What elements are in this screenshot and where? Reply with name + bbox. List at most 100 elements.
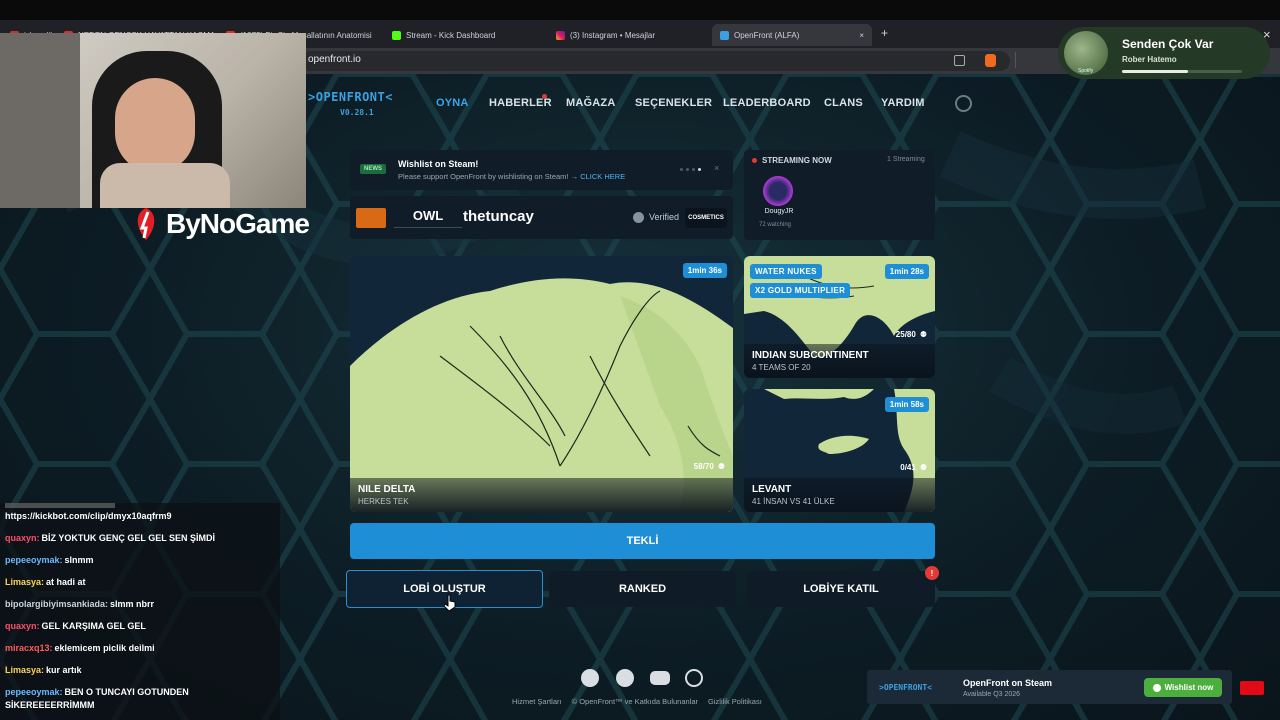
chat-username[interactable]: quaxyn: bbox=[5, 621, 40, 631]
nav-clans[interactable]: CLANS bbox=[824, 97, 863, 109]
chat-username[interactable]: pepeeoymak: bbox=[5, 555, 63, 565]
nav-leaderboard[interactable]: LEADERBOARD bbox=[723, 97, 811, 109]
single-player-button[interactable]: TEKLİ bbox=[350, 523, 935, 559]
bynogame-emblem-icon bbox=[137, 208, 155, 240]
username-input[interactable]: thetuncay bbox=[463, 208, 534, 225]
close-news-icon[interactable]: × bbox=[714, 163, 719, 173]
bynogame-logo: ByNoGame bbox=[132, 206, 310, 242]
language-flag-turkey[interactable] bbox=[1240, 681, 1264, 695]
chat-text: BİZ YOKTUK GENÇ GEL GEL SEN ŞİMDİ bbox=[41, 533, 216, 543]
close-tab-icon[interactable]: × bbox=[859, 31, 864, 40]
globe-icon[interactable] bbox=[685, 669, 703, 687]
ranked-button[interactable]: RANKED bbox=[549, 571, 736, 607]
lobby-tag-gold-multiplier: X2 GOLD MULTIPLIER bbox=[750, 283, 851, 298]
browser-tab[interactable]: (3) Instagram • Mesajlar bbox=[556, 24, 706, 46]
chat-username[interactable]: quaxyn: bbox=[5, 533, 40, 543]
news-title: Wishlist on Steam! bbox=[398, 159, 479, 169]
players-icon: ⚉ bbox=[919, 463, 927, 472]
lobby-card-nile-delta[interactable]: 1min 36s 58/70 ⚉ NILE DELTA HERKES TEK bbox=[350, 256, 733, 512]
news-banner[interactable]: NEWS Wishlist on Steam! Please support O… bbox=[350, 150, 733, 190]
chat-text: BEN O TUNCAYI GOTUNDEN bbox=[64, 687, 189, 697]
terms-link[interactable]: Hizmet Şartları bbox=[512, 697, 562, 706]
streamer-avatar[interactable] bbox=[763, 176, 793, 206]
now-playing-notification[interactable]: Senden Çok Var Rober Hatemo Spotify bbox=[1058, 27, 1270, 79]
chat-message: https://kickbot.com/clip/dmyx10aqfrm9 bbox=[5, 511, 172, 521]
lobby-timer: 1min 36s bbox=[682, 263, 727, 278]
news-link[interactable]: CLICK HERE bbox=[580, 172, 625, 181]
lobby-tag-water-nukes: WATER NUKES bbox=[750, 264, 822, 279]
lobby-mode: 41 İNSAN VS 41 ÜLKE bbox=[752, 497, 835, 506]
lobby-name: NILE DELTA bbox=[358, 484, 416, 495]
chat-message: pepeeoymak: slnmm bbox=[5, 555, 94, 565]
clan-tag-input[interactable]: OWL bbox=[394, 208, 462, 228]
wishlist-button[interactable]: Wishlist now bbox=[1144, 678, 1222, 697]
webcam-face bbox=[115, 78, 195, 173]
chat-username[interactable]: bipolargibiyimsankiada: bbox=[5, 599, 108, 609]
chat-text: GEL KARŞIMA GEL GEL bbox=[41, 621, 146, 631]
chat-message: bipolargibiyimsankiada: slmm nbrr bbox=[5, 599, 154, 609]
openfront-logo[interactable]: >OPENFRONT< bbox=[308, 90, 393, 104]
player-flag[interactable] bbox=[356, 208, 386, 228]
chat-message: Limasya: kur artık bbox=[5, 665, 82, 675]
nav-haberler[interactable]: HABERLER bbox=[489, 97, 552, 109]
nav-yardim[interactable]: YARDIM bbox=[881, 97, 925, 109]
browser-tab-active[interactable]: OpenFront (ALFA) × bbox=[712, 24, 872, 46]
nav-oyna[interactable]: OYNA bbox=[436, 97, 469, 109]
chat-text: slmm nbrr bbox=[110, 599, 155, 609]
github-icon[interactable] bbox=[581, 669, 599, 687]
copyright-text: © OpenFront™ ve Katkıda Bulunanlar bbox=[571, 697, 699, 706]
steam-subtitle: Available Q3 2026 bbox=[963, 691, 1021, 698]
chat-username[interactable]: Limasya: bbox=[5, 665, 44, 675]
lobby-mode: HERKES TEK bbox=[358, 497, 409, 506]
new-tab-button[interactable]: + bbox=[881, 26, 888, 40]
account-icon[interactable] bbox=[955, 95, 972, 112]
chat-message: quaxyn: GEL KARŞIMA GEL GEL bbox=[5, 621, 146, 631]
translate-icon[interactable] bbox=[954, 55, 965, 66]
chat-message: Limasya: at hadi at bbox=[5, 577, 86, 587]
lobby-card-levant[interactable]: 1min 58s 0/41 ⚉ LEVANT 41 İNSAN VS 41 ÜLK… bbox=[744, 389, 935, 512]
news-pager[interactable] bbox=[680, 168, 701, 171]
chat-username[interactable]: miracxq13: bbox=[5, 643, 53, 653]
song-progress-track bbox=[1122, 70, 1242, 73]
screen-top-bar bbox=[0, 0, 1280, 20]
reddit-icon[interactable] bbox=[616, 669, 634, 687]
lobby-timer: 1min 58s bbox=[884, 397, 929, 412]
join-lobby-button[interactable]: LOBİYE KATIL bbox=[747, 571, 935, 607]
players-icon: ⚉ bbox=[919, 330, 927, 339]
privacy-link[interactable]: Gizlilik Politikası bbox=[708, 697, 762, 706]
streaming-count: 1 Streaming bbox=[887, 156, 925, 163]
artist-name: Rober Hatemo bbox=[1122, 55, 1177, 64]
nile-delta-map bbox=[350, 278, 733, 512]
chat-username[interactable]: pepeeoymak: bbox=[5, 687, 63, 697]
discord-icon[interactable] bbox=[650, 671, 670, 685]
steam-banner-logo: >OPENFRONT< bbox=[879, 683, 932, 692]
lobby-player-count: 58/70 ⚉ bbox=[693, 462, 725, 471]
nav-magaza[interactable]: MAĞAZA bbox=[566, 97, 615, 109]
browser-tab[interactable]: Stream - Kick Dashboard bbox=[392, 24, 542, 46]
webcam-shirt bbox=[100, 163, 230, 208]
chat-text: kur artık bbox=[46, 665, 82, 675]
join-lobby-badge: ! bbox=[925, 566, 939, 580]
close-notification-icon[interactable]: × bbox=[1263, 27, 1271, 42]
streamer-name[interactable]: DougyJR bbox=[763, 208, 795, 215]
lobby-card-indian-subcontinent[interactable]: WATER NUKES X2 GOLD MULTIPLIER 1min 28s … bbox=[744, 256, 935, 378]
chat-message: miracxq13: eklemicem piclik deilmi bbox=[5, 643, 155, 653]
openfront-icon bbox=[720, 30, 729, 40]
brave-shield-icon[interactable] bbox=[985, 54, 996, 67]
nav-secenekler[interactable]: SEÇENEKLER bbox=[635, 97, 712, 109]
chat-username[interactable]: Limasya: bbox=[5, 577, 44, 587]
lobby-timer: 1min 28s bbox=[884, 264, 929, 279]
streamer-viewers: 72 watching bbox=[759, 222, 792, 228]
steam-banner[interactable]: >OPENFRONT< OpenFront on Steam Available… bbox=[867, 670, 1232, 704]
lobby-caption: LEVANT 41 İNSAN VS 41 ÜLKE bbox=[744, 478, 935, 512]
cosmetics-button[interactable]: COSMETICS bbox=[685, 208, 727, 228]
news-badge: NEWS bbox=[360, 164, 386, 174]
address-field[interactable] bbox=[300, 51, 1010, 71]
chat-message: SİKEREEEERRİMMM bbox=[5, 700, 95, 710]
chat-message: pepeeoymak: BEN O TUNCAYI GOTUNDEN bbox=[5, 687, 189, 697]
url-text[interactable]: openfront.io bbox=[308, 54, 361, 65]
webcam-shelf bbox=[0, 33, 80, 208]
streaming-now-panel: STREAMING NOW 1 Streaming DougyJR 72 wat… bbox=[744, 150, 935, 240]
chat-text: SİKEREEEERRİMMM bbox=[5, 700, 95, 710]
lobby-player-count: 0/41 ⚉ bbox=[900, 463, 927, 472]
